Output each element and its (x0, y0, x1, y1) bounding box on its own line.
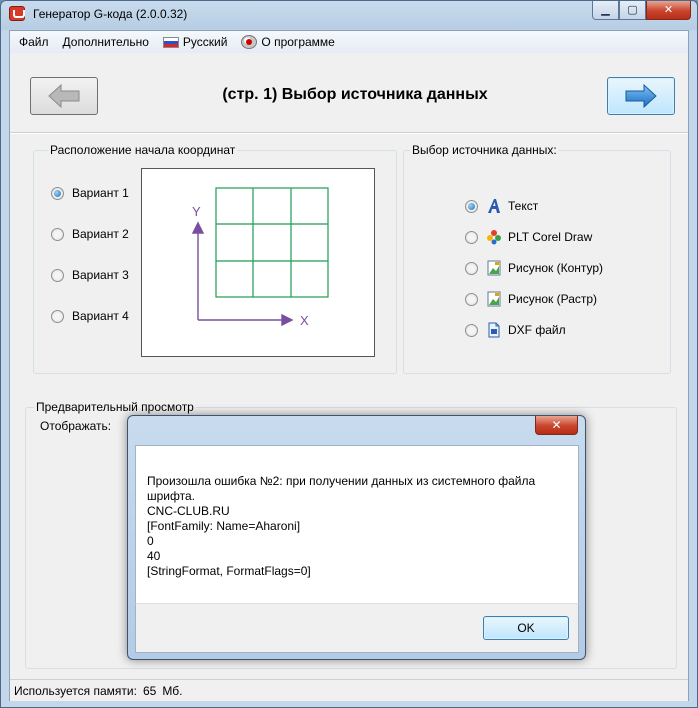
source-option-text[interactable]: Текст (465, 198, 538, 214)
arrow-right-icon (625, 83, 657, 109)
dxf-file-icon (486, 322, 502, 338)
origin-group: Расположение начала координат Вариант 1 … (33, 143, 397, 374)
preview-group-legend: Предварительный просмотр (34, 400, 196, 414)
origin-option-label: Вариант 4 (72, 309, 129, 323)
message-line: 0 (147, 534, 154, 548)
maximize-button[interactable]: ▢ (619, 1, 646, 20)
grid (215, 187, 329, 298)
message-line: Произошла ошибка №2: при получении данны… (147, 474, 536, 488)
menu-language-label: Русский (182, 35, 228, 49)
app-icon (9, 6, 25, 21)
russia-flag-icon (162, 36, 179, 48)
menu-about[interactable]: О программе (241, 35, 335, 49)
dialog-message-area: Произошла ошибка №2: при получении данны… (135, 445, 579, 603)
source-radio-plt[interactable] (465, 230, 478, 244)
ok-button[interactable]: OK (483, 616, 569, 640)
origin-option-label: Вариант 1 (72, 186, 129, 200)
message-line: [FontFamily: Name=Aharoni] (147, 519, 301, 533)
menu-file-label: Файл (19, 35, 49, 49)
source-option-raster[interactable]: Рисунок (Растр) (465, 291, 597, 307)
source-option-label: DXF файл (508, 323, 566, 337)
origin-preview-canvas: Y X (141, 168, 375, 357)
menu-bar: Файл Дополнительно Русский О программе (10, 31, 688, 53)
source-option-label: PLT Corel Draw (508, 230, 593, 244)
corel-icon (486, 229, 502, 245)
memory-label: Используется памяти: (14, 683, 137, 698)
source-option-label: Рисунок (Контур) (508, 261, 604, 275)
arrow-left-icon (48, 83, 80, 109)
origin-radio-1[interactable] (51, 186, 64, 200)
header-separator (10, 132, 688, 134)
source-option-label: Текст (508, 199, 539, 213)
text-icon (486, 198, 502, 214)
error-dialog: ✕ Произошла ошибка №2: при получении дан… (127, 415, 586, 660)
coordinate-diagram: Y X (191, 187, 329, 328)
page-title: (стр. 1) Выбор источника данных (222, 86, 488, 103)
axes (191, 221, 294, 327)
menu-advanced-label: Дополнительно (62, 35, 149, 49)
origin-group-legend: Расположение начала координат (48, 143, 238, 157)
image-raster-icon (486, 291, 502, 307)
menu-about-label: О программе (261, 35, 335, 49)
window-controls: ▁ ▢ ✕ (592, 1, 691, 20)
axis-y-label: Y (192, 204, 201, 219)
menu-advanced[interactable]: Дополнительно (63, 35, 149, 49)
message-line: шрифта. (147, 489, 195, 503)
source-option-label: Рисунок (Растр) (508, 292, 598, 306)
minimize-button[interactable]: ▁ (592, 1, 619, 20)
close-button[interactable]: ✕ (646, 1, 691, 20)
origin-radio-4[interactable] (51, 309, 64, 323)
origin-option-label: Вариант 2 (72, 227, 129, 241)
message-line: [StringFormat, FormatFlags=0] (147, 564, 311, 578)
about-icon (241, 35, 258, 49)
memory-value: 65 (142, 683, 157, 698)
source-radio-text[interactable] (465, 199, 478, 213)
dialog-close-button[interactable]: ✕ (535, 416, 578, 435)
origin-radio-3[interactable] (51, 268, 64, 282)
title-bar[interactable]: Генератор G-кода (2.0.0.32) ▁ ▢ ✕ (1, 1, 697, 27)
source-radio-raster[interactable] (465, 292, 478, 306)
origin-option-3[interactable]: Вариант 3 (51, 268, 129, 282)
source-option-dxf[interactable]: DXF файл (465, 322, 566, 338)
source-group: Выбор источника данных: Текст PLT Corel … (403, 143, 671, 374)
source-group-legend: Выбор источника данных: (410, 143, 559, 157)
source-radio-dxf[interactable] (465, 323, 478, 337)
status-bar: Используется памяти: 65 Мб. (10, 679, 688, 701)
source-option-plt[interactable]: PLT Corel Draw (465, 229, 592, 245)
memory-unit: Мб. (162, 683, 183, 698)
source-radio-contour[interactable] (465, 261, 478, 275)
back-button[interactable] (30, 77, 98, 115)
next-button[interactable] (607, 77, 675, 115)
origin-option-1[interactable]: Вариант 1 (51, 186, 129, 200)
origin-option-4[interactable]: Вариант 4 (51, 309, 129, 323)
source-option-contour[interactable]: Рисунок (Контур) (465, 260, 603, 276)
dialog-footer: OK (135, 603, 579, 653)
show-label: Отображать: (40, 419, 112, 433)
axis-x-label: X (300, 313, 309, 328)
menu-language[interactable]: Русский (162, 35, 228, 49)
menu-file[interactable]: Файл (19, 35, 49, 49)
message-line: 40 (147, 549, 161, 563)
message-line: CNC-CLUB.RU (147, 504, 230, 518)
image-contour-icon (486, 260, 502, 276)
origin-radio-2[interactable] (51, 227, 64, 241)
window-title: Генератор G-кода (2.0.0.32) (33, 7, 188, 21)
origin-option-label: Вариант 3 (72, 268, 129, 282)
origin-option-2[interactable]: Вариант 2 (51, 227, 129, 241)
